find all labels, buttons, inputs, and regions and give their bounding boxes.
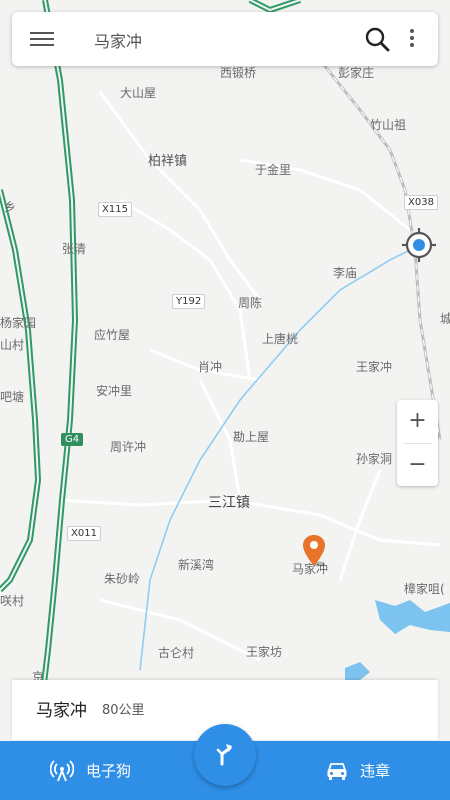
violation-label: 违章 (360, 762, 391, 780)
map-label: 咲村 (0, 594, 25, 608)
map-label: 张清 (62, 242, 87, 256)
search-input[interactable]: 马家冲 (94, 28, 142, 52)
search-icon[interactable] (364, 26, 390, 52)
map-label: 新溪湾 (178, 558, 215, 572)
menu-icon[interactable] (30, 29, 54, 49)
map-label: 西锻桥 (220, 66, 257, 80)
zoom-controls: + − (397, 400, 438, 486)
radar-icon (50, 759, 74, 781)
map-label: 杨家园 (0, 316, 37, 330)
map-label: 周陈 (238, 296, 263, 310)
route-arrow-icon (216, 744, 232, 766)
violation-button[interactable]: 违章 (326, 741, 390, 800)
my-location-icon[interactable] (400, 226, 438, 264)
map-label: 大山屋 (120, 86, 157, 100)
road-badge-x115: X115 (98, 202, 132, 217)
map-label: 樟家咀( (404, 582, 445, 596)
road-badge-y192: Y192 (172, 294, 206, 309)
map-label: 勘上屋 (233, 430, 270, 444)
map-label: 古仑村 (158, 646, 195, 660)
map-label: 周许冲 (110, 440, 147, 454)
map-label: 朱砂岭 (104, 572, 141, 586)
more-options-icon[interactable] (404, 27, 420, 51)
map-label: 王家坊 (246, 645, 283, 659)
map-label: 彭家庄 (338, 66, 375, 80)
road-badge-x011: X011 (67, 526, 101, 541)
map-label: 吧塘 (0, 390, 25, 404)
map-label: 肖冲 (198, 360, 223, 374)
road-badge-g4: G4 (61, 433, 84, 446)
car-icon (327, 762, 347, 780)
speed-camera-label: 电子狗 (86, 762, 132, 780)
map-label: 三江镇 (208, 495, 250, 511)
destination-pin-icon[interactable] (302, 534, 328, 568)
search-bar: 马家冲 (12, 12, 438, 66)
map-label: 应竹屋 (94, 328, 131, 342)
speed-camera-button[interactable]: 电子狗 (50, 741, 131, 800)
map-label: 乡 (4, 200, 17, 214)
navigate-button[interactable] (194, 724, 256, 786)
destination-distance: 80公里 (102, 703, 145, 718)
destination-name: 马家冲 (36, 701, 87, 721)
map-label: 柏祥镇 (148, 154, 188, 169)
map-label: 城 (440, 312, 450, 326)
map-label: 于金里 (255, 163, 292, 177)
map-label: 王家冲 (356, 360, 393, 374)
map-label: 安冲里 (96, 384, 133, 398)
zoom-out-button[interactable]: − (397, 444, 438, 486)
map-label: 山村 (0, 338, 25, 352)
zoom-in-button[interactable]: + (397, 400, 438, 442)
map-label: 李庙 (333, 266, 358, 280)
map-label: 上唐桄 (262, 332, 299, 346)
map-label: 竹山祖 (370, 118, 407, 132)
road-badge-x038: X038 (404, 195, 438, 210)
map-label: 孙家洞 (356, 452, 393, 466)
